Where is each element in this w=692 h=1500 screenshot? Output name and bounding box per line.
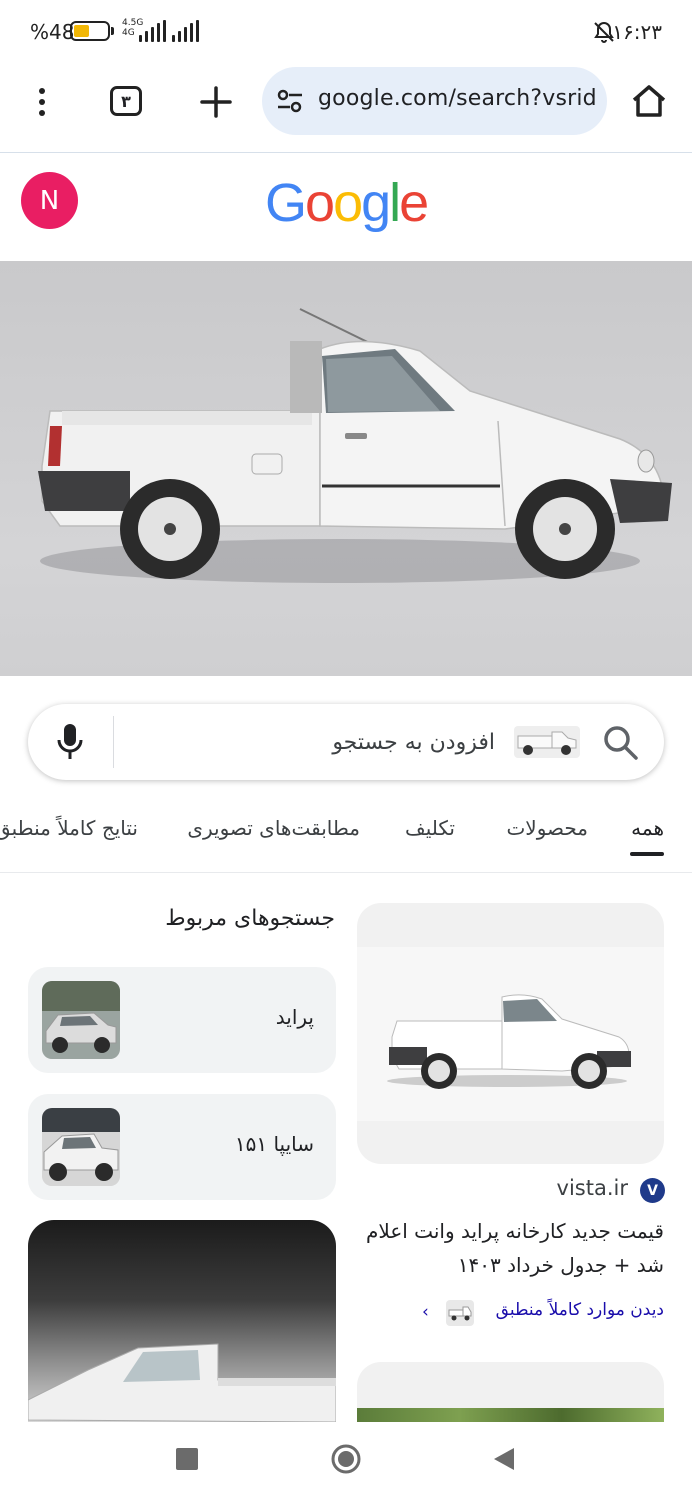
mic-icon[interactable]	[54, 722, 86, 762]
search-image-preview[interactable]	[0, 261, 692, 676]
menu-icon[interactable]	[24, 84, 60, 120]
next-result-image	[357, 1408, 664, 1422]
related-search-thumbnail	[42, 981, 120, 1059]
google-logo-letter: o	[305, 173, 335, 233]
result-image-card[interactable]	[357, 903, 664, 1164]
related-search-label: پراید	[275, 1005, 314, 1029]
signal-icon	[139, 20, 166, 42]
related-search-item[interactable]: سایپا ۱۵۱	[28, 1094, 336, 1200]
tab-all[interactable]: همه	[631, 816, 664, 840]
tab-homework[interactable]: تکلیف	[405, 816, 455, 840]
tab-exact-matches[interactable]: نتایج کاملاً منطبق	[0, 816, 138, 840]
active-tab-indicator	[630, 852, 664, 856]
tab-products[interactable]: محصولات	[506, 816, 588, 840]
related-search-thumbnail	[42, 1108, 120, 1186]
results-tabs: همه محصولات تکلیف مطابقت‌های تصویری نتای…	[0, 800, 692, 873]
google-logo-letter: e	[399, 173, 429, 233]
battery-level	[74, 25, 89, 37]
search-icon[interactable]	[602, 724, 640, 762]
google-logo-letter: l	[389, 173, 401, 233]
back-icon[interactable]	[492, 1446, 516, 1472]
signal-icon-sim2	[172, 20, 199, 42]
home-icon[interactable]	[331, 1444, 361, 1474]
battery-percent: %48	[30, 20, 75, 44]
clock: ۱۶:۲۳	[612, 20, 662, 44]
home-icon[interactable]	[630, 82, 668, 120]
related-image-card[interactable]	[28, 1220, 336, 1422]
result-title[interactable]: قیمت جدید کارخانه پراید وانت اعلام شد + …	[357, 1214, 664, 1282]
google-logo: Google	[265, 172, 429, 236]
tab-switcher-icon[interactable]: ۳	[110, 86, 142, 116]
google-logo-letter: o	[333, 173, 363, 233]
search-image-thumbnail[interactable]	[514, 726, 580, 758]
exact-matches-thumbnail	[446, 1300, 474, 1326]
google-logo-letter: g	[361, 173, 391, 233]
new-tab-icon[interactable]	[196, 82, 236, 122]
pickup-side-image	[28, 1343, 336, 1422]
thumbnail-truck-image	[517, 731, 577, 755]
source-name[interactable]: vista.ir	[557, 1176, 628, 1200]
tab-visual-matches[interactable]: مطابقت‌های تصویری	[187, 816, 360, 840]
exact-thumb-image	[448, 1306, 472, 1321]
sedan-image	[42, 981, 120, 1059]
google-logo-letter: G	[265, 173, 307, 233]
search-input[interactable]	[150, 724, 495, 760]
related-searches-title: جستجوهای مربوط	[165, 906, 335, 931]
site-settings-icon[interactable]	[276, 88, 304, 114]
search-divider	[113, 716, 114, 768]
pickup-image	[42, 1108, 120, 1186]
related-search-item[interactable]: پراید	[28, 967, 336, 1073]
related-search-label: سایپا ۱۵۱	[234, 1132, 314, 1156]
source-favicon: V	[640, 1178, 665, 1203]
next-result-card[interactable]	[357, 1362, 664, 1422]
url-text[interactable]: google.com/search?vsrid	[318, 86, 597, 111]
recent-apps-icon[interactable]	[176, 1448, 198, 1470]
chevron-left-icon[interactable]: ‹	[422, 1302, 429, 1322]
battery-icon	[70, 21, 110, 41]
avatar[interactable]: N	[21, 172, 78, 229]
result-image	[357, 947, 664, 1121]
google-logo-text: Google	[265, 173, 429, 233]
pickup-truck-image	[38, 308, 672, 583]
battery-tip	[111, 27, 114, 35]
result-truck-image	[387, 994, 631, 1089]
exact-matches-link[interactable]: دیدن موارد کاملاً منطبق	[496, 1300, 664, 1320]
